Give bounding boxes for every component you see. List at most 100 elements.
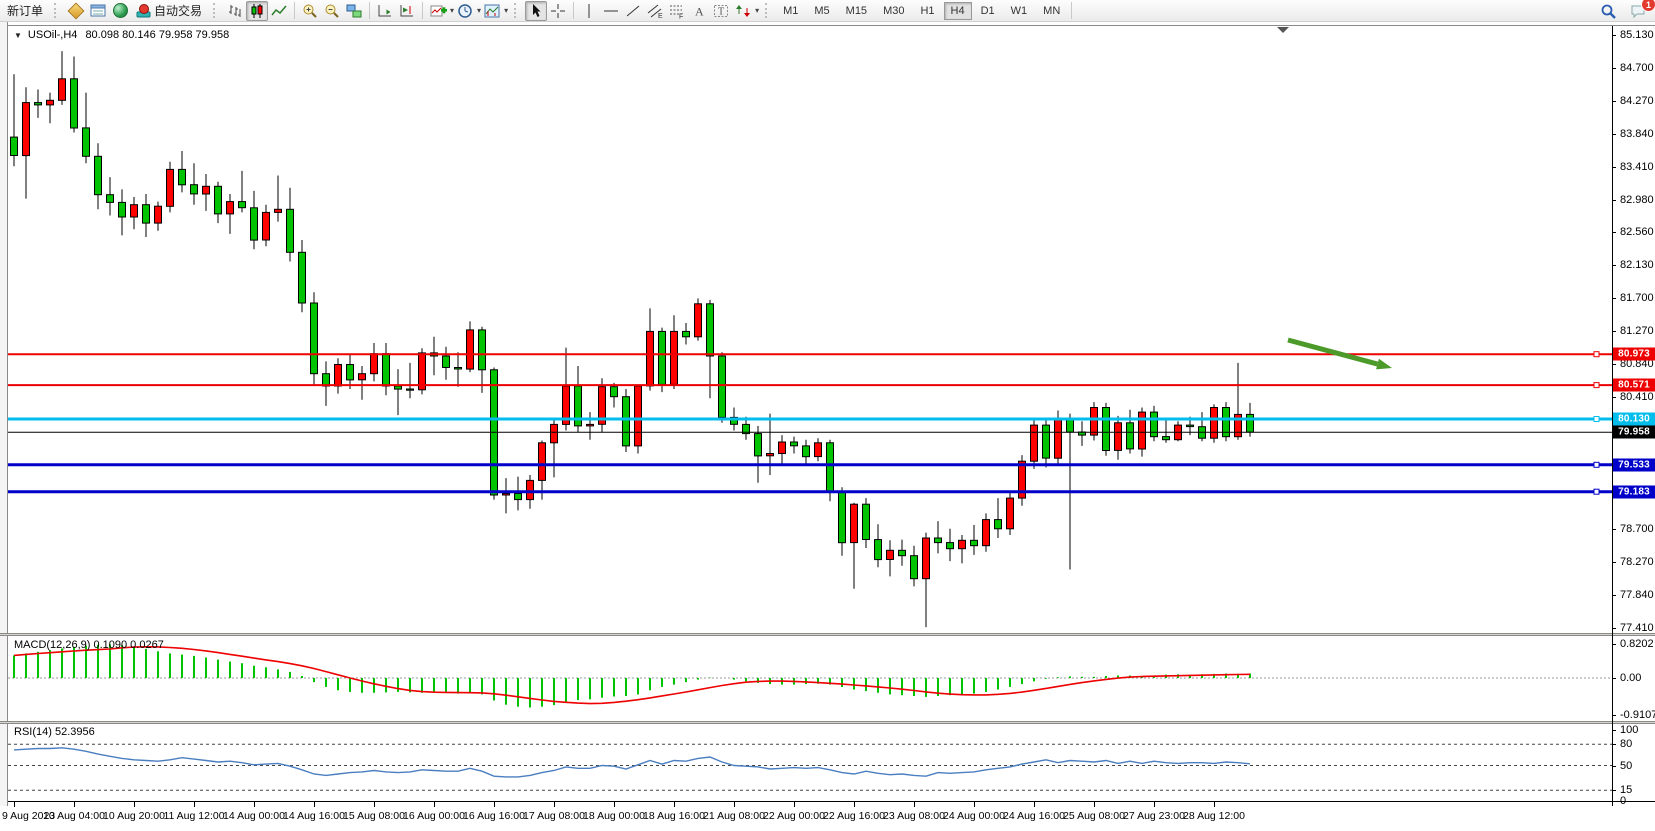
timeframe-H4[interactable]: H4 <box>944 2 972 20</box>
macd-pane[interactable] <box>8 636 1612 721</box>
navigator-icon <box>113 3 128 18</box>
timeframe-MN[interactable]: MN <box>1036 2 1067 20</box>
time-tick-label: 25 Aug 08:00 <box>1063 810 1125 822</box>
toolbar-grip <box>213 3 220 18</box>
timeframe-M15[interactable]: M15 <box>839 2 874 20</box>
price-tick-mark <box>1612 644 1616 645</box>
price-tick-mark <box>1612 232 1616 233</box>
horizontal-line-objects[interactable] <box>8 352 1612 495</box>
time-tick-label: 14 Aug 00:00 <box>223 810 285 822</box>
horizontal-line-button[interactable] <box>600 1 622 21</box>
time-axis-border <box>8 801 1655 802</box>
price-tick-label: 82.130 <box>1620 259 1654 271</box>
timeframe-M5[interactable]: M5 <box>807 2 836 20</box>
price-tick-label: 78.700 <box>1620 523 1654 535</box>
timeframe-W1[interactable]: W1 <box>1004 2 1035 20</box>
rsi-pane[interactable] <box>8 724 1612 801</box>
hline-price-badge: 79.183 <box>1613 486 1655 499</box>
time-tick-mark <box>974 801 975 807</box>
line-chart-icon <box>271 3 287 19</box>
time-tick-mark <box>194 801 195 807</box>
price-tick-mark <box>1612 298 1616 299</box>
notification-badge[interactable]: 1 <box>1641 0 1655 12</box>
vertical-line-button[interactable] <box>578 1 600 21</box>
text-icon: A <box>691 3 707 19</box>
price-tick-mark <box>1612 730 1616 731</box>
timeframe-group: M1M5M15M30H1H4D1W1MN <box>776 2 1067 20</box>
text-label-button[interactable]: T <box>710 1 732 21</box>
text-button[interactable]: A <box>688 1 710 21</box>
time-tick-mark <box>614 801 615 807</box>
navigator-button[interactable] <box>109 1 131 21</box>
equidistant-channel-button[interactable]: E <box>644 1 666 21</box>
toolbar-separator <box>369 2 370 19</box>
timeframe-M30[interactable]: M30 <box>876 2 911 20</box>
zoom-out-button[interactable] <box>321 1 343 21</box>
price-tick-mark <box>1612 595 1616 596</box>
new-order-button[interactable]: 新订单 <box>2 1 48 21</box>
price-tick-label: 81.270 <box>1620 325 1654 337</box>
auto-scroll-button[interactable] <box>374 1 396 21</box>
price-tick-label: 82.560 <box>1620 226 1654 238</box>
candlestick-button[interactable] <box>246 1 268 21</box>
line-chart-button[interactable] <box>268 1 290 21</box>
market-watch-button[interactable] <box>65 1 87 21</box>
price-tick-mark <box>1612 200 1616 201</box>
candles <box>11 51 1254 627</box>
price-tick-label: 83.840 <box>1620 128 1654 140</box>
price-tick-label: 83.410 <box>1620 161 1654 173</box>
time-tick-label: 16 Aug 16:00 <box>463 810 525 822</box>
periods-button[interactable] <box>454 1 476 21</box>
timeframe-M1[interactable]: M1 <box>776 2 805 20</box>
search-button[interactable] <box>1597 1 1619 21</box>
chart-shift-marker[interactable] <box>1277 27 1289 33</box>
price-tick-label: 77.410 <box>1620 622 1654 634</box>
time-tick-mark <box>134 801 135 807</box>
price-tick-label: 85.130 <box>1620 29 1654 41</box>
time-tick-label: 15 Aug 08:00 <box>343 810 405 822</box>
time-tick-mark <box>434 801 435 807</box>
time-tick-label: 27 Aug 23:00 <box>1123 810 1185 822</box>
main-price-pane[interactable] <box>8 26 1612 633</box>
toolbar: 新订单 自动交易 ▾ ▾ ▾ <box>0 0 1655 22</box>
timeframe-D1[interactable]: D1 <box>974 2 1002 20</box>
chart-shift-button[interactable] <box>396 1 418 21</box>
trendline-icon <box>625 3 641 19</box>
tile-windows-button[interactable] <box>343 1 365 21</box>
templates-caret[interactable]: ▾ <box>504 6 508 15</box>
rsi-line <box>14 748 1250 777</box>
templates-button[interactable] <box>481 1 503 21</box>
mt4-terminal: { "toolbar": { "new_order_label": "新订单",… <box>0 0 1655 831</box>
time-tick-mark <box>254 801 255 807</box>
trendline-button[interactable] <box>622 1 644 21</box>
price-tick-label: 50 <box>1620 760 1632 772</box>
auto-trading-button[interactable]: 自动交易 <box>131 1 207 21</box>
add-indicator-button[interactable] <box>427 1 449 21</box>
macd-label: MACD(12,26,9) 0.1090 0.0267 <box>14 639 164 651</box>
price-tick-mark <box>1612 134 1616 135</box>
price-tick-mark <box>1612 678 1616 679</box>
zoom-out-icon <box>324 3 340 19</box>
price-tick-mark <box>1612 265 1616 266</box>
crosshair-icon <box>550 3 566 19</box>
data-window-button[interactable] <box>87 1 109 21</box>
symbol-dropdown-icon[interactable]: ▼ <box>14 31 22 40</box>
bar-chart-button[interactable] <box>224 1 246 21</box>
cursor-button[interactable] <box>525 1 547 21</box>
candlestick-icon <box>249 3 265 19</box>
zoom-in-icon <box>302 3 318 19</box>
zoom-in-button[interactable] <box>299 1 321 21</box>
price-tick-label: 0.8202 <box>1620 638 1654 650</box>
time-tick-label: 10 Aug 20:00 <box>103 810 165 822</box>
timeframe-H1[interactable]: H1 <box>913 2 941 20</box>
price-tick-mark <box>1612 101 1616 102</box>
fibonacci-button[interactable]: F <box>666 1 688 21</box>
price-tick-mark <box>1612 790 1616 791</box>
crosshair-button[interactable] <box>547 1 569 21</box>
arrows-button[interactable] <box>732 1 754 21</box>
chart-window: ▼ USOil-,H4 80.098 80.146 79.958 79.958 … <box>0 22 1655 831</box>
time-tick-label: 11 Aug 12:00 <box>163 810 224 822</box>
time-tick-label: 18 Aug 16:00 <box>643 810 705 822</box>
arrows-caret[interactable]: ▾ <box>755 6 759 15</box>
bar-chart-icon <box>227 3 243 19</box>
